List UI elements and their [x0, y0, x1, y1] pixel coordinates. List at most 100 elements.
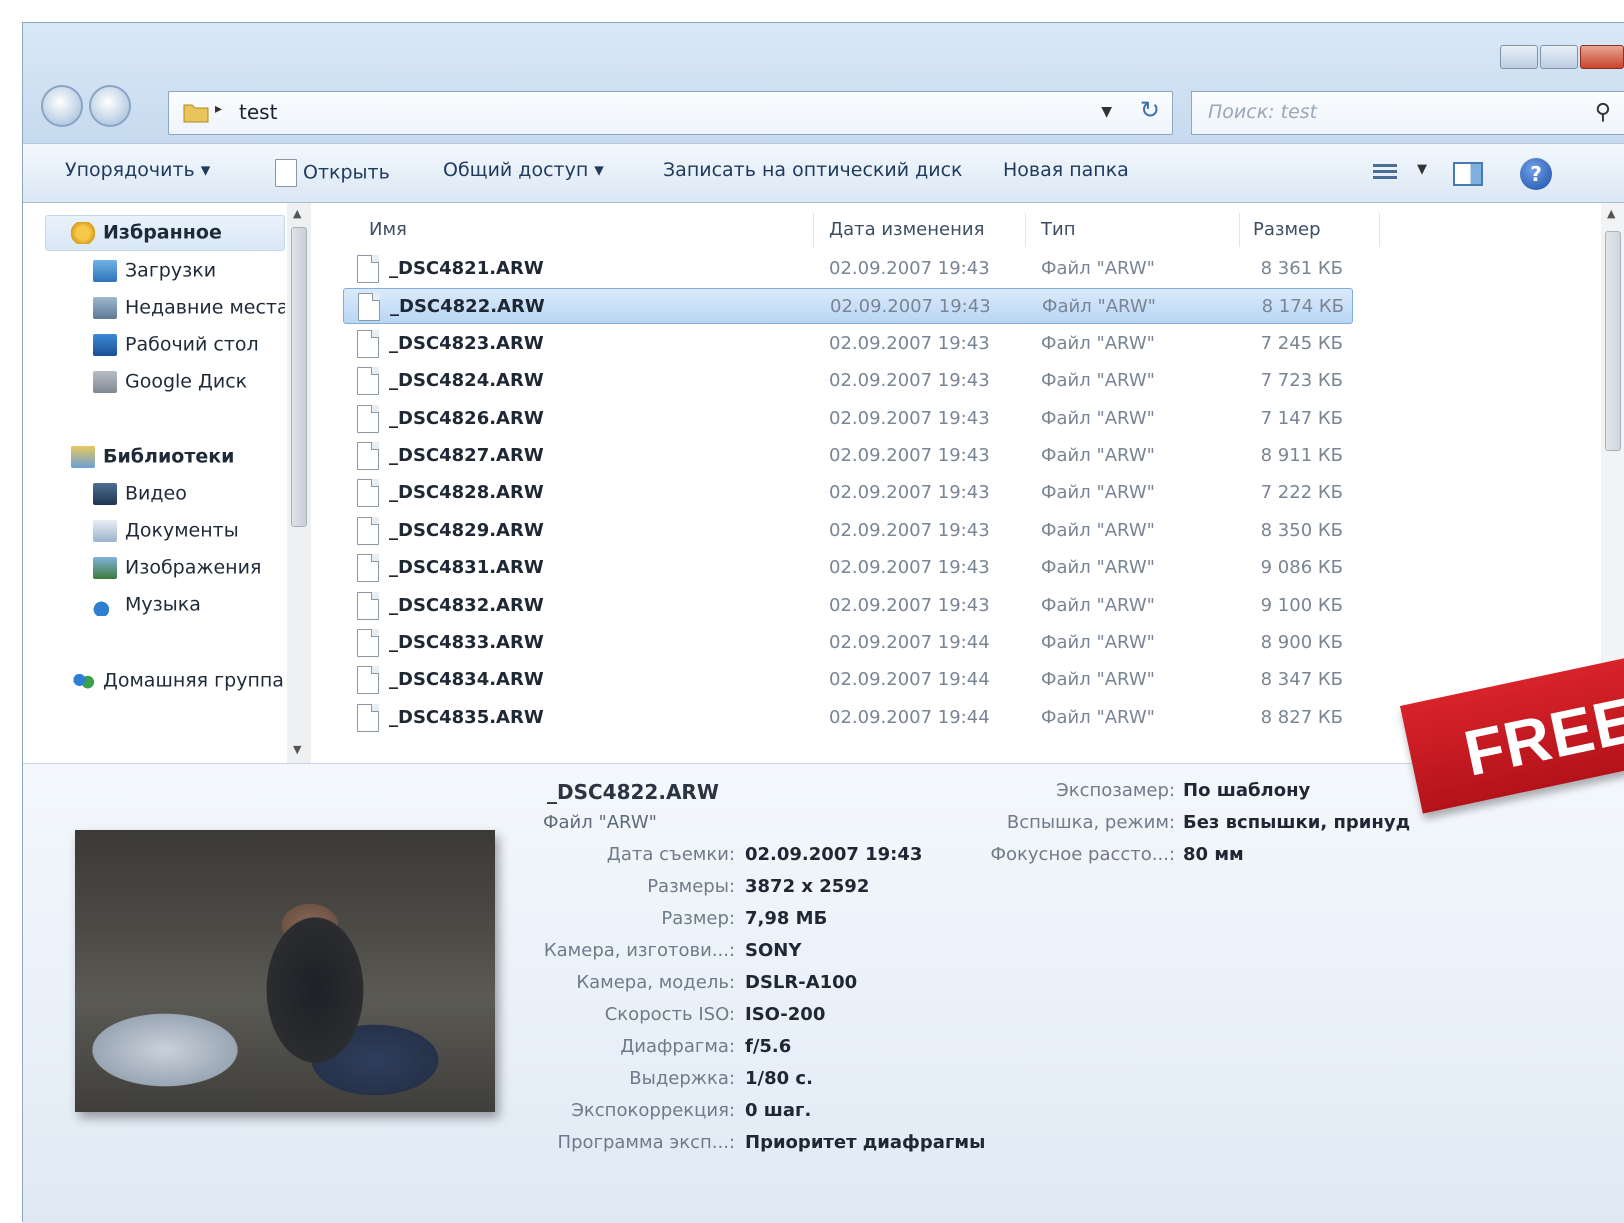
refresh-icon[interactable]: ↻: [1140, 96, 1160, 124]
file-name: _DSC4824.ARW: [389, 370, 544, 392]
column-header-size[interactable]: Размер: [1253, 219, 1321, 240]
column-separator[interactable]: [1239, 213, 1240, 247]
view-options-icon[interactable]: [1373, 164, 1397, 182]
address-dropdown-icon[interactable]: ▼: [1101, 104, 1112, 120]
scroll-up-icon[interactable]: ▲: [1607, 207, 1615, 220]
property-label: Скорость ISO:: [604, 1004, 735, 1025]
maximize-button[interactable]: [1540, 45, 1578, 69]
document-icon: [357, 367, 379, 396]
nav-label: Избранное: [103, 221, 222, 244]
column-separator[interactable]: [1379, 213, 1380, 247]
breadcrumb-arrow-icon[interactable]: ▸: [215, 101, 222, 117]
search-box[interactable]: Поиск: test ⚲: [1191, 91, 1624, 135]
table-row[interactable]: _DSC4826.ARW 02.09.2007 19:43 Файл "ARW" 7 …: [343, 401, 1353, 437]
address-path[interactable]: test: [239, 100, 277, 124]
property-label: Размеры:: [647, 876, 735, 897]
column-header-type[interactable]: Тип: [1041, 219, 1075, 240]
file-date: 02.09.2007 19:43: [829, 445, 990, 466]
property-value[interactable]: Без вспышки, принуд: [1183, 812, 1410, 833]
property-value[interactable]: ISO-200: [745, 1004, 825, 1025]
search-input[interactable]: Поиск: test: [1208, 101, 1317, 123]
organize-button[interactable]: Упорядочить ▾: [65, 159, 210, 181]
nav-label: Рабочий стол: [125, 333, 259, 356]
file-size: 8 350 КБ: [1260, 519, 1343, 541]
scroll-up-icon[interactable]: ▲: [293, 207, 301, 220]
property-value[interactable]: 02.09.2007 19:43: [745, 844, 922, 865]
nav-item-libraries[interactable]: Библиотеки: [71, 445, 234, 475]
property-value[interactable]: 1/80 с.: [745, 1068, 813, 1089]
file-date: 02.09.2007 19:43: [829, 594, 990, 616]
nav-item-music[interactable]: Музыка: [93, 593, 201, 623]
table-row[interactable]: _DSC4823.ARW 02.09.2007 19:43 Файл "ARW" 7 …: [343, 326, 1353, 362]
minimize-button[interactable]: [1500, 45, 1538, 69]
nav-item-video[interactable]: Видео: [93, 482, 187, 512]
share-button[interactable]: Общий доступ ▾: [443, 159, 604, 181]
list-scroll-thumb[interactable]: [1605, 231, 1621, 451]
property-value[interactable]: 80 мм: [1183, 844, 1244, 865]
column-separator[interactable]: [813, 213, 814, 247]
nav-item-homegroup[interactable]: Домашняя группа: [71, 669, 284, 699]
column-header-name[interactable]: Имя: [369, 219, 407, 240]
nav-scroll-thumb[interactable]: [291, 227, 307, 527]
file-size: 7 147 КБ: [1260, 407, 1343, 429]
nav-item-pictures[interactable]: Изображения: [93, 556, 261, 586]
nav-label: Загрузки: [125, 259, 217, 282]
magnifier-icon[interactable]: ⚲: [1595, 100, 1611, 125]
table-row[interactable]: _DSC4824.ARW 02.09.2007 19:43 Файл "ARW" 7 …: [343, 363, 1353, 399]
property-value[interactable]: По шаблону: [1183, 780, 1310, 801]
nav-scrollbar[interactable]: ▲ ▼: [287, 203, 311, 763]
property-label: Выдержка:: [629, 1068, 735, 1089]
window-caption-buttons: [1498, 45, 1624, 71]
nav-item-favorites[interactable]: Избранное: [71, 221, 222, 251]
property-value[interactable]: 0 шаг.: [745, 1100, 811, 1121]
forward-arrow-icon[interactable]: [89, 85, 131, 127]
nav-item-recent[interactable]: Недавние места: [93, 296, 285, 326]
nav-item-downloads[interactable]: Загрузки: [93, 259, 216, 289]
table-row[interactable]: _DSC4831.ARW 02.09.2007 19:43 Файл "ARW" 9 …: [343, 550, 1353, 586]
file-size: 9 100 КБ: [1260, 594, 1343, 616]
address-bar[interactable]: ▸ test ▼ ↻: [168, 91, 1173, 135]
file-type: Файл "ARW": [1041, 407, 1155, 429]
back-arrow-icon[interactable]: [41, 85, 83, 127]
document-icon: [357, 404, 379, 433]
preview-pane-icon[interactable]: [1453, 162, 1483, 186]
table-row[interactable]: _DSC4822.ARW 02.09.2007 19:43 Файл "ARW" 8 …: [343, 288, 1353, 325]
table-row[interactable]: _DSC4821.ARW 02.09.2007 19:43 Файл "ARW" 8 …: [343, 251, 1353, 287]
nav-item-documents[interactable]: Документы: [93, 519, 239, 549]
help-icon[interactable]: ?: [1520, 158, 1552, 190]
file-name: _DSC4834.ARW: [389, 669, 544, 691]
file-type: Файл "ARW": [1041, 632, 1155, 653]
property-value[interactable]: 3872 x 2592: [745, 876, 869, 897]
view-dropdown-icon[interactable]: ▼: [1417, 162, 1427, 177]
property-value[interactable]: SONY: [745, 940, 801, 961]
file-size: 7 245 КБ: [1260, 332, 1343, 354]
column-header-date[interactable]: Дата изменения: [829, 219, 984, 240]
document-icon: [357, 442, 379, 470]
document-icon: [275, 159, 297, 187]
property-value[interactable]: 7,98 МБ: [745, 908, 827, 929]
table-row[interactable]: _DSC4834.ARW 02.09.2007 19:44 Файл "ARW" 8 …: [343, 662, 1353, 698]
nav-label: Google Диск: [125, 370, 248, 393]
open-button[interactable]: Открыть: [275, 159, 390, 187]
property-value[interactable]: DSLR-A100: [745, 972, 857, 993]
burn-button[interactable]: Записать на оптический диск: [663, 159, 963, 181]
table-row[interactable]: _DSC4829.ARW 02.09.2007 19:43 Файл "ARW" 8 …: [343, 513, 1353, 549]
property-label: Камера, модель:: [576, 972, 735, 993]
table-row[interactable]: _DSC4833.ARW 02.09.2007 19:44 Файл "ARW" 8 …: [343, 625, 1353, 661]
property-value[interactable]: f/5.6: [745, 1036, 791, 1057]
table-row[interactable]: _DSC4835.ARW 02.09.2007 19:44 Файл "ARW" 8 …: [343, 700, 1353, 736]
nav-label: Домашняя группа: [103, 669, 284, 692]
column-separator[interactable]: [1025, 213, 1026, 247]
recent-places-icon: [93, 296, 117, 319]
new-folder-button[interactable]: Новая папка: [1003, 159, 1129, 181]
nav-item-google-drive[interactable]: Google Диск: [93, 370, 247, 400]
nav-item-desktop[interactable]: Рабочий стол: [93, 333, 259, 363]
scroll-down-icon[interactable]: ▼: [293, 743, 301, 756]
table-row[interactable]: _DSC4832.ARW 02.09.2007 19:43 Файл "ARW" 9 …: [343, 588, 1353, 624]
table-row[interactable]: _DSC4828.ARW 02.09.2007 19:43 Файл "ARW" 7 …: [343, 475, 1353, 511]
table-row[interactable]: _DSC4827.ARW 02.09.2007 19:43 Файл "ARW" 8 …: [343, 438, 1353, 474]
file-date: 02.09.2007 19:43: [830, 296, 991, 318]
close-button[interactable]: [1580, 45, 1624, 69]
property-value[interactable]: Приоритет диафрагмы: [745, 1132, 985, 1153]
file-name: _DSC4833.ARW: [389, 632, 544, 653]
